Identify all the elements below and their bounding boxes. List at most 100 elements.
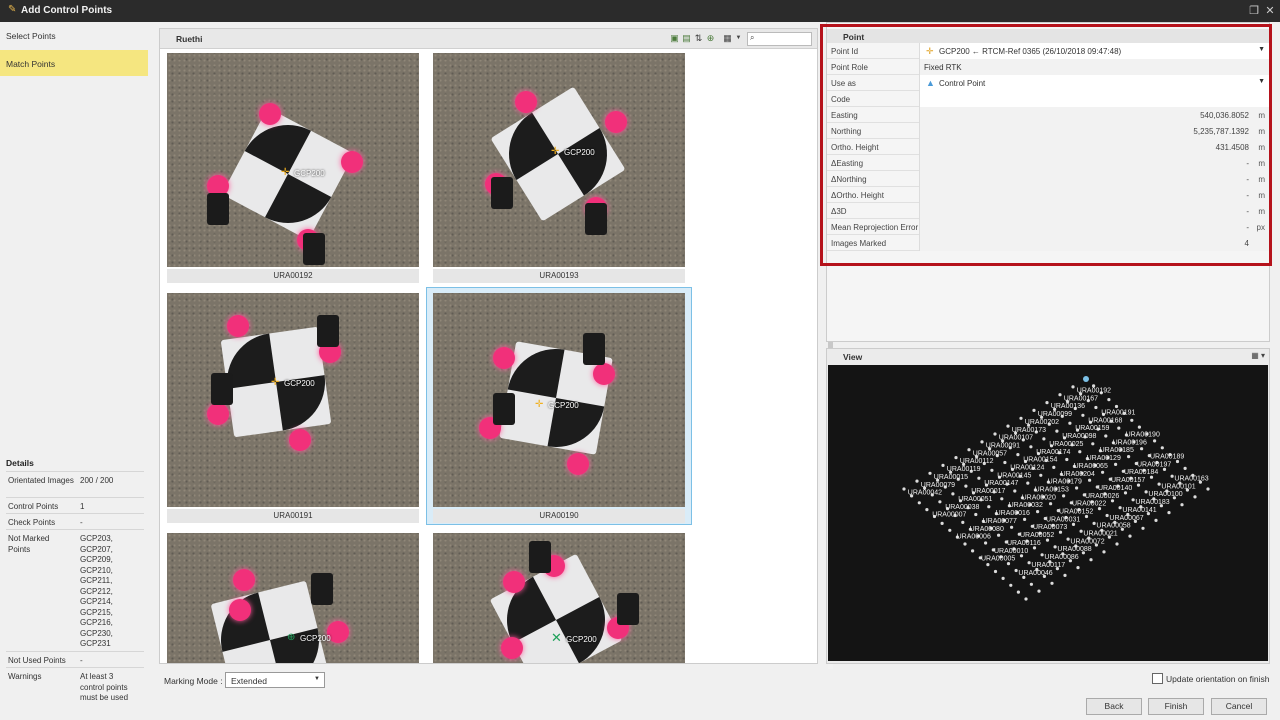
point-row-value-box[interactable]: ▲ ▼ Control Point <box>919 75 1269 91</box>
camera-point <box>1107 398 1111 402</box>
camera-point <box>1117 426 1121 430</box>
camera-label: URA00051 <box>958 496 992 503</box>
camera-point <box>961 520 965 524</box>
point-row[interactable]: Point Id ✛ ▼ GCP200 ← RTCM-Ref 0365 (26/10/… <box>827 43 1269 59</box>
point-row-label: Ortho. Height <box>831 143 879 152</box>
camera-label: URA00007 <box>932 512 966 519</box>
camera-label: URA00107 <box>999 435 1033 442</box>
point-row-label: ΔOrtho. Height <box>831 191 884 200</box>
zoom-icon[interactable]: ⊕ <box>705 33 716 44</box>
view-options-icon[interactable]: ▦ ▾ <box>1251 351 1265 360</box>
image-tile-selected[interactable]: ✛ GCP200 URA00190 <box>426 287 692 525</box>
marker-label: GCP200 <box>566 635 597 644</box>
marker-label: GCP200 <box>294 169 325 178</box>
image-tile[interactable]: ⊕ GCP200 <box>167 533 419 663</box>
camera-point <box>1089 558 1093 562</box>
gallery-header: Ruethi ▣ ▤ ⇅ ⊕ ▦ ▼ ⌕ <box>160 29 817 49</box>
chevron-down-icon[interactable]: ▼ <box>1258 78 1265 85</box>
camera-point <box>925 508 929 512</box>
point-row-value-box: 540,036.8052 m <box>919 107 1269 123</box>
camera-label: URA00067 <box>1109 515 1143 522</box>
camera-label: URA00032 <box>1009 502 1043 509</box>
details-row: Warnings At least 3 control points must b… <box>6 667 144 707</box>
camera-label: URA00038 <box>945 504 979 511</box>
details-value: - <box>80 656 83 665</box>
restore-icon[interactable]: ❐ <box>1247 4 1261 18</box>
camera-point <box>1027 561 1031 565</box>
chevron-down-icon[interactable]: ▼ <box>733 33 744 44</box>
point-row: Northing 5,235,787.1392 m <box>827 123 1269 139</box>
view-panel: View ▦ ▾ URA00192 URA00191 URA00190 URA0018… <box>826 348 1270 664</box>
marking-mode-select[interactable]: Extended ▼ <box>225 672 325 688</box>
camera-point <box>977 476 981 480</box>
camera-label: URA00015 <box>934 474 968 481</box>
update-orientation-checkbox[interactable] <box>1152 673 1163 684</box>
camera-label: URA00184 <box>1124 469 1158 476</box>
point-row-label: Point Role <box>831 63 868 72</box>
point-row: ΔNorthing - m <box>827 171 1269 187</box>
camera-point <box>963 542 967 546</box>
camera-label: URA00190 <box>1126 432 1160 439</box>
point-row-value-box[interactable]: ✛ ▼ GCP200 ← RTCM-Ref 0365 (26/10/2018 09:… <box>919 43 1269 59</box>
camera-point <box>1094 405 1098 410</box>
point-row[interactable]: Use as ▲ ▼ Control Point <box>827 75 1269 91</box>
step-match-points[interactable]: Match Points <box>0 50 156 76</box>
selected-camera-point <box>1083 376 1089 382</box>
camera-label: URA00020 <box>1022 494 1056 501</box>
camera-label: URA00179 <box>1048 479 1082 486</box>
camera-point <box>1130 418 1134 422</box>
camera-point <box>1039 473 1043 477</box>
point-row-value: GCP200 ← RTCM-Ref 0365 (26/10/2018 09:47… <box>939 47 1122 56</box>
search-icon: ⌕ <box>750 33 755 42</box>
marker-label: GCP200 <box>548 401 579 410</box>
image-add-icon[interactable]: ▤ <box>681 33 692 44</box>
aerial-photo: ✛ GCP200 <box>433 293 685 507</box>
camera-point <box>915 479 919 483</box>
cancel-button[interactable]: Cancel <box>1211 698 1267 715</box>
camera-point <box>1167 511 1171 515</box>
camera-point <box>990 468 994 472</box>
camera-position-view[interactable]: URA00192 URA00191 URA00190 URA00189 URA00163… <box>828 365 1268 661</box>
camera-point <box>1016 453 1020 457</box>
camera-point <box>1006 424 1010 428</box>
image-filter-icon[interactable]: ▣ <box>669 33 680 44</box>
camera-label: URA00173 <box>1012 427 1046 434</box>
camera-point <box>1114 462 1118 466</box>
point-row-value: Control Point <box>939 79 986 88</box>
camera-label: URA00191 <box>1101 410 1135 417</box>
point-row-value-box[interactable] <box>919 91 1269 107</box>
camera-point <box>1180 503 1184 507</box>
search-input[interactable] <box>747 32 812 46</box>
camera-label: URA00202 <box>1025 419 1059 426</box>
camera-point <box>954 456 958 460</box>
marker-icon: ✛ <box>281 167 290 178</box>
camera-point <box>986 563 990 567</box>
details-row: Check Points - <box>6 513 144 529</box>
camera-label: URA00099 <box>1038 411 1072 418</box>
sort-icon[interactable]: ⇅ <box>693 33 704 44</box>
details-value: 200 / 200 <box>80 476 114 485</box>
step-select-points[interactable]: Select Points <box>0 22 148 48</box>
point-panel-title: Point <box>827 29 1269 43</box>
point-row-label: Northing <box>831 127 862 136</box>
camera-label: URA00016 <box>996 510 1030 517</box>
bottom-bar: Marking Mode : Extended ▼ Update orientat… <box>148 666 1280 720</box>
back-button[interactable]: Back <box>1086 698 1142 715</box>
close-icon[interactable]: ✕ <box>1263 4 1277 18</box>
camera-label: URA00185 <box>1100 447 1134 454</box>
chevron-down-icon[interactable]: ▼ <box>1258 46 1265 53</box>
camera-point <box>1062 494 1066 498</box>
point-row[interactable]: Code <box>827 91 1269 107</box>
image-tile[interactable]: ✕ GCP200 <box>433 533 685 663</box>
camera-point <box>1003 460 1007 465</box>
details-key: Warnings <box>8 672 42 681</box>
camera-label: URA00042 <box>908 490 942 497</box>
point-row: Easting 540,036.8052 m <box>827 107 1269 123</box>
finish-button[interactable]: Finish <box>1148 698 1204 715</box>
image-view-icon[interactable]: ▦ <box>722 33 733 44</box>
point-row-value-box: -m <box>919 171 1269 187</box>
point-row-label: Point Id <box>831 47 859 56</box>
point-row-unit: m <box>1258 143 1265 152</box>
point-row-value: 431.4508 <box>1215 143 1249 152</box>
point-row-value-box: -m <box>919 187 1269 203</box>
